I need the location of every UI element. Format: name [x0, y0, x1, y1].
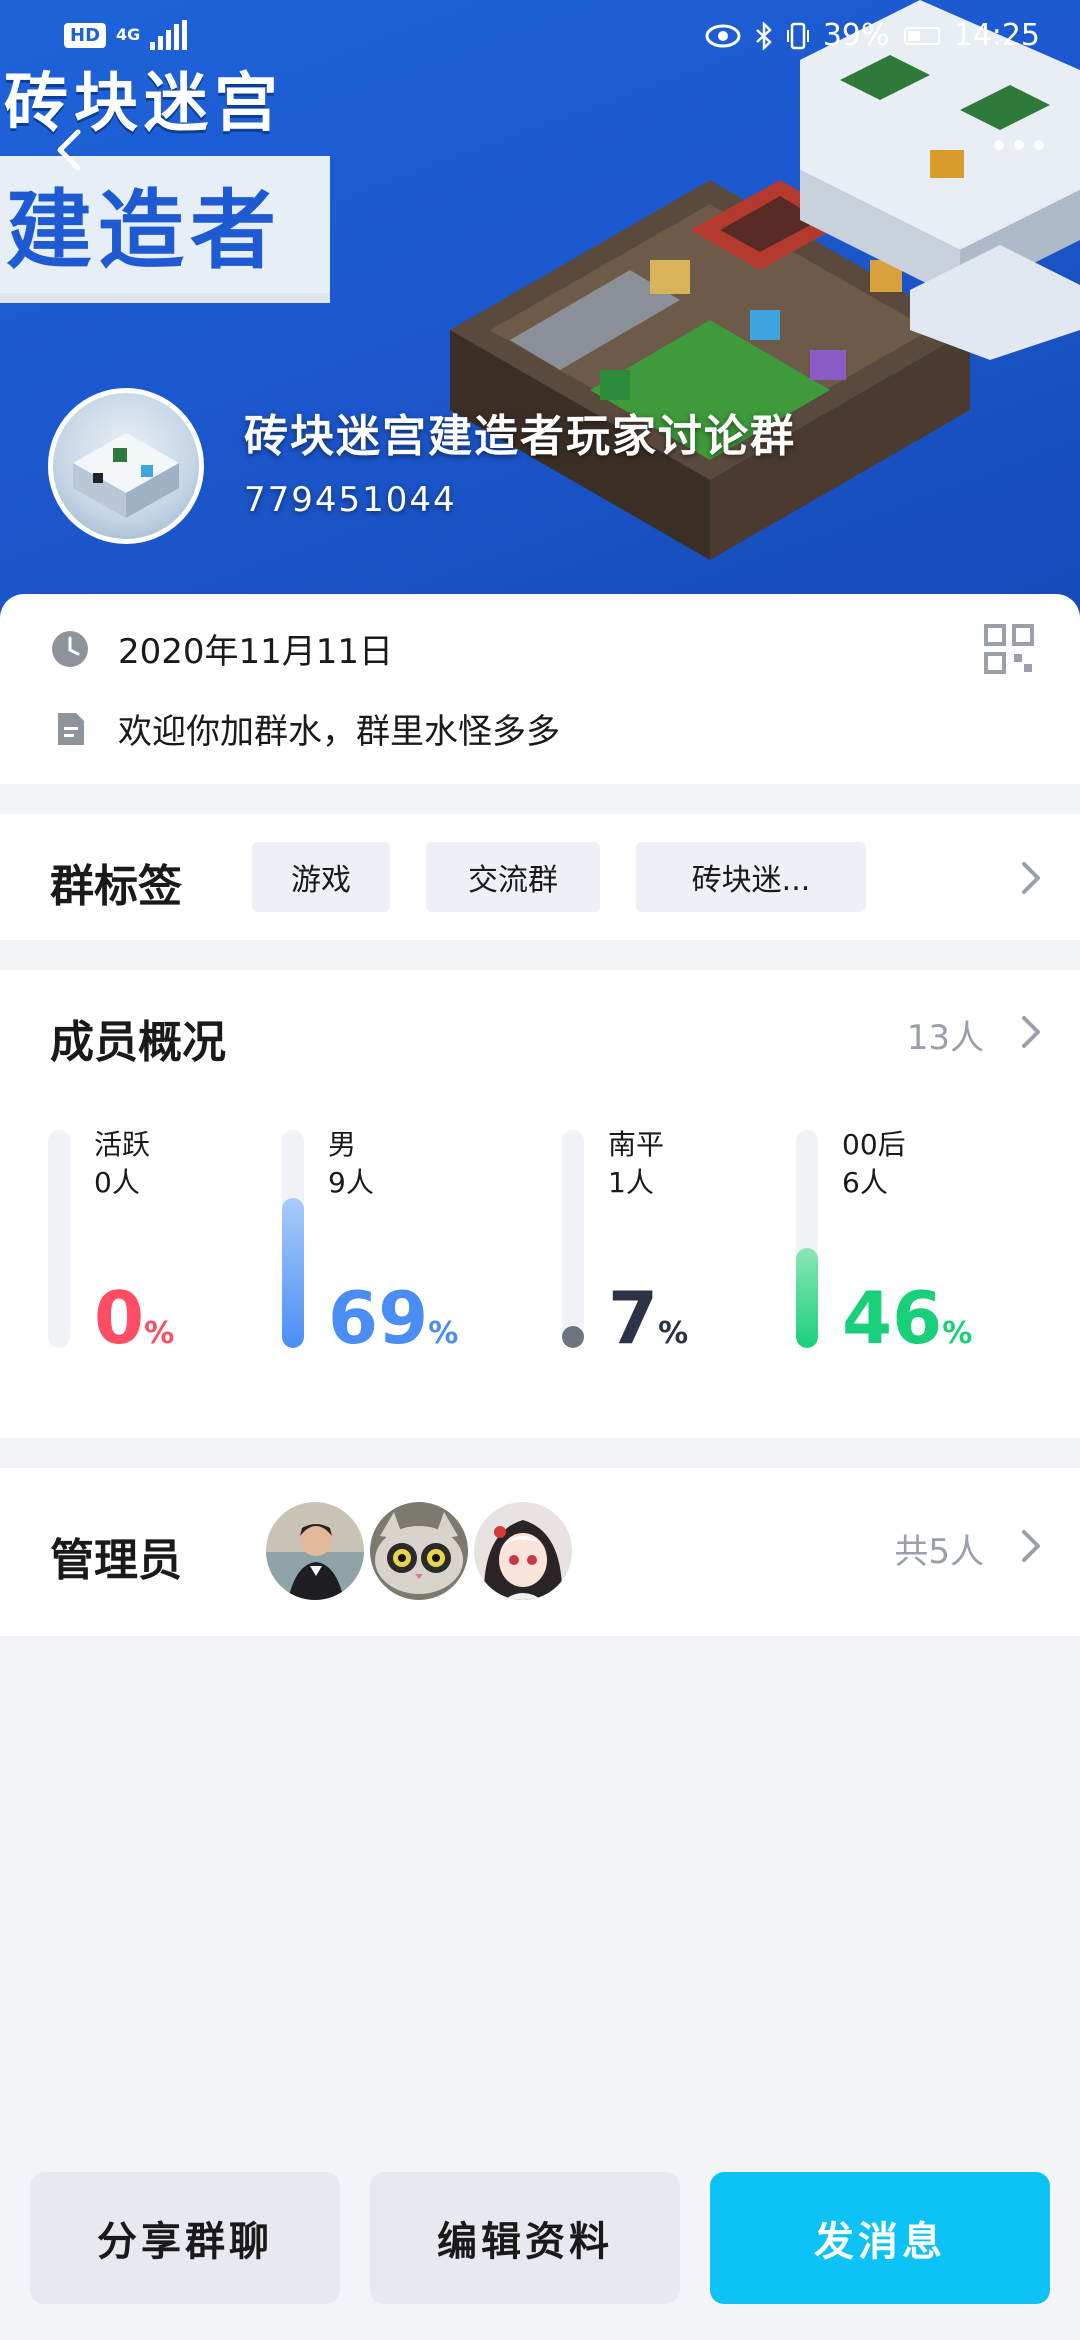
tag-chip[interactable]: 交流群	[426, 842, 600, 912]
admins-title: 管理员	[50, 1535, 182, 1586]
stat-count: 0人	[94, 1166, 140, 1199]
clock: 14:25	[953, 18, 1040, 53]
bottom-action-bar: 分享群聊 编辑资料 发消息	[0, 2136, 1080, 2340]
stat-percent: 7%	[608, 1276, 688, 1360]
stat-percent-value: 46	[842, 1276, 943, 1360]
signal-bars-icon	[150, 20, 188, 50]
share-group-button[interactable]: 分享群聊	[30, 2172, 340, 2304]
tag-chip[interactable]: 游戏	[252, 842, 390, 912]
stat-percent: 46%	[842, 1276, 972, 1360]
group-intro: 欢迎你加群水，群里水怪多多	[118, 712, 560, 752]
admin-avatar[interactable]	[474, 1502, 572, 1600]
percent-sign: %	[428, 1316, 459, 1351]
admin-total: 共5人	[894, 1532, 984, 1572]
stat-bar-fill	[282, 1198, 304, 1348]
clock-icon	[52, 630, 88, 667]
battery-percent: 39%	[822, 18, 890, 53]
status-bar: HD 4G 39% 14:25	[0, 0, 1080, 72]
chevron-right-icon	[1022, 1530, 1040, 1562]
percent-sign: %	[144, 1316, 175, 1351]
group-banner: 砖块迷宫 建造者 HD 4G 39% 14:25 砖块迷宫建造者玩家讨论群 77…	[0, 0, 1080, 620]
vibrate-icon	[786, 22, 809, 49]
dot-icon	[994, 140, 1004, 150]
eye-icon	[705, 24, 741, 47]
group-id: 779451044	[244, 480, 457, 520]
created-date-row: 2020年11月11日	[50, 624, 393, 673]
bluetooth-icon	[755, 21, 772, 50]
admin-avatar-cat	[370, 1502, 468, 1600]
stat-percent: 0%	[94, 1276, 174, 1360]
admin-avatar[interactable]	[370, 1502, 468, 1600]
percent-sign: %	[942, 1316, 973, 1351]
stat-bar-fill	[562, 1326, 584, 1348]
member-stat: 南平 1人 7%	[562, 1128, 802, 1360]
group-tags-section[interactable]: 群标签 游戏 交流群 砖块迷...	[0, 814, 1080, 940]
percent-sign: %	[658, 1316, 689, 1351]
created-date: 2020年11月11日	[118, 632, 394, 672]
stat-percent-value: 0	[94, 1276, 145, 1360]
chevron-right-icon	[1022, 862, 1040, 894]
stat-label: 南平 1人	[608, 1126, 664, 1202]
stat-label: 活跃 0人	[94, 1126, 150, 1202]
group-name: 砖块迷宫建造者玩家讨论群	[244, 411, 796, 462]
stat-percent: 69%	[328, 1276, 458, 1360]
document-icon	[58, 712, 84, 745]
stat-bar-track	[796, 1130, 818, 1348]
intro-row[interactable]: 欢迎你加群水，群里水怪多多	[50, 704, 560, 753]
more-menu-button[interactable]	[994, 140, 1044, 150]
member-count[interactable]: 13人	[907, 1010, 984, 1059]
stat-category: 00后	[842, 1128, 906, 1161]
group-avatar[interactable]	[48, 388, 204, 544]
stat-count: 6人	[842, 1166, 888, 1199]
stat-bar-track	[48, 1130, 70, 1348]
stat-category: 男	[328, 1128, 357, 1161]
stat-bar-track	[282, 1130, 304, 1348]
tag-chip[interactable]: 砖块迷...	[636, 842, 866, 912]
back-arrow-icon[interactable]	[40, 120, 100, 180]
group-info-card: 2020年11月11日 欢迎你加群水，群里水怪多多	[0, 594, 1080, 784]
members-title: 成员概况	[50, 1017, 226, 1068]
stat-bar-fill	[796, 1248, 818, 1348]
stat-count: 1人	[608, 1166, 654, 1199]
edit-profile-button[interactable]: 编辑资料	[370, 2172, 680, 2304]
member-stat: 活跃 0人 0%	[48, 1128, 288, 1360]
admin-avatar-list[interactable]	[266, 1502, 572, 1600]
stat-percent-value: 69	[328, 1276, 429, 1360]
admins-section[interactable]: 管理员 共5人	[0, 1468, 1080, 1636]
signal-label: 4G	[116, 25, 141, 44]
admin-avatar[interactable]	[266, 1502, 364, 1600]
battery-icon	[903, 26, 940, 45]
stat-bar-track	[562, 1130, 584, 1348]
stat-label: 男 9人	[328, 1126, 374, 1202]
member-stat: 男 9人 69%	[282, 1128, 522, 1360]
member-stat: 00后 6人 46%	[796, 1128, 1036, 1360]
qr-code-icon[interactable]	[984, 624, 1034, 674]
dot-icon	[1014, 140, 1024, 150]
stat-count: 9人	[328, 1166, 374, 1199]
stat-label: 00后 6人	[842, 1126, 906, 1202]
member-overview-section: 成员概况 13人 活跃 0人 0% 男 9人 69% 南平 1人 7% 00后 6人 46%	[0, 970, 1080, 1438]
admin-avatar-man	[266, 1502, 364, 1600]
stat-category: 南平	[608, 1128, 665, 1161]
stat-category: 活跃	[94, 1128, 151, 1161]
dot-icon	[1034, 140, 1044, 150]
hd-badge: HD	[64, 22, 107, 48]
chevron-right-icon[interactable]	[1016, 1014, 1046, 1050]
send-message-button[interactable]: 发消息	[710, 2172, 1050, 2304]
stat-percent-value: 7	[608, 1276, 659, 1360]
tags-title: 群标签	[50, 861, 182, 912]
admin-avatar-anime-girl	[474, 1502, 572, 1600]
group-avatar-art	[73, 433, 179, 518]
